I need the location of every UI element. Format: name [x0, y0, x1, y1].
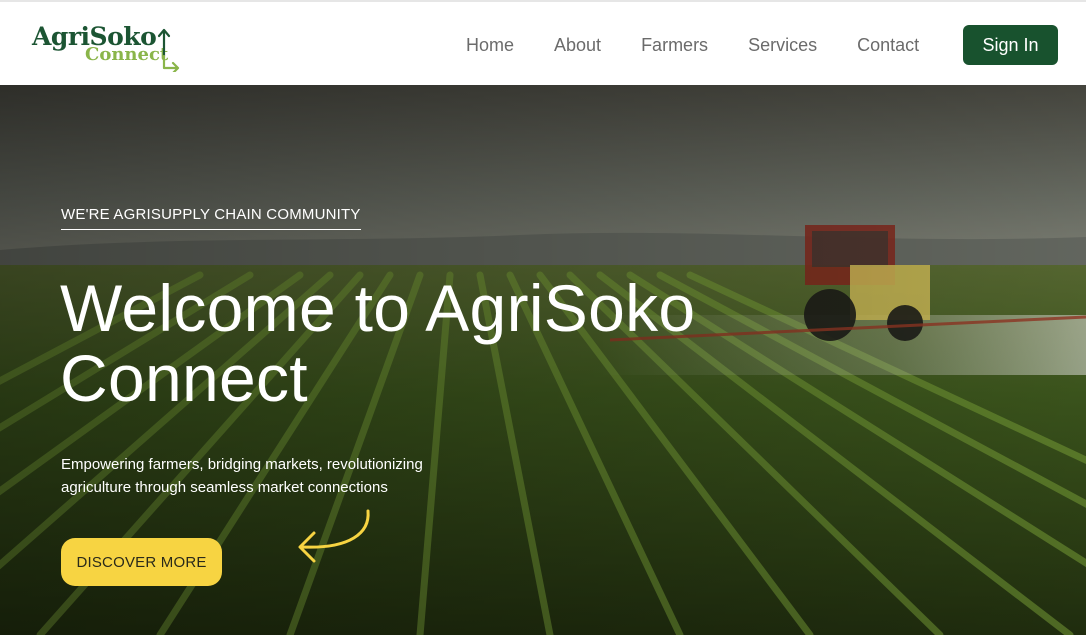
hero-tagline: WE'RE AGRISUPPLY CHAIN COMMUNITY [61, 206, 361, 230]
nav-item-contact[interactable]: Contact [857, 35, 919, 56]
sign-in-button[interactable]: Sign In [963, 25, 1058, 65]
hero-title: Welcome to AgriSoko Connect [60, 271, 696, 415]
discover-more-button[interactable]: DISCOVER MORE [61, 538, 222, 586]
main-nav: Home About Farmers Services Contact [466, 4, 919, 87]
brand-logo[interactable]: AgriSoko Connect [32, 22, 182, 72]
nav-item-farmers[interactable]: Farmers [641, 35, 708, 56]
hero-subtitle: Empowering farmers, bridging markets, re… [61, 456, 423, 496]
curved-arrow-left-icon [298, 509, 370, 563]
nav-item-about[interactable]: About [554, 35, 601, 56]
site-header: AgriSoko Connect Home About Farmers Serv… [0, 2, 1086, 85]
nav-item-home[interactable]: Home [466, 35, 514, 56]
hero-section: WE'RE AGRISUPPLY CHAIN COMMUNITY Welcome… [0, 85, 1086, 635]
logo-arrows-icon [157, 28, 180, 72]
nav-item-services[interactable]: Services [748, 35, 817, 56]
